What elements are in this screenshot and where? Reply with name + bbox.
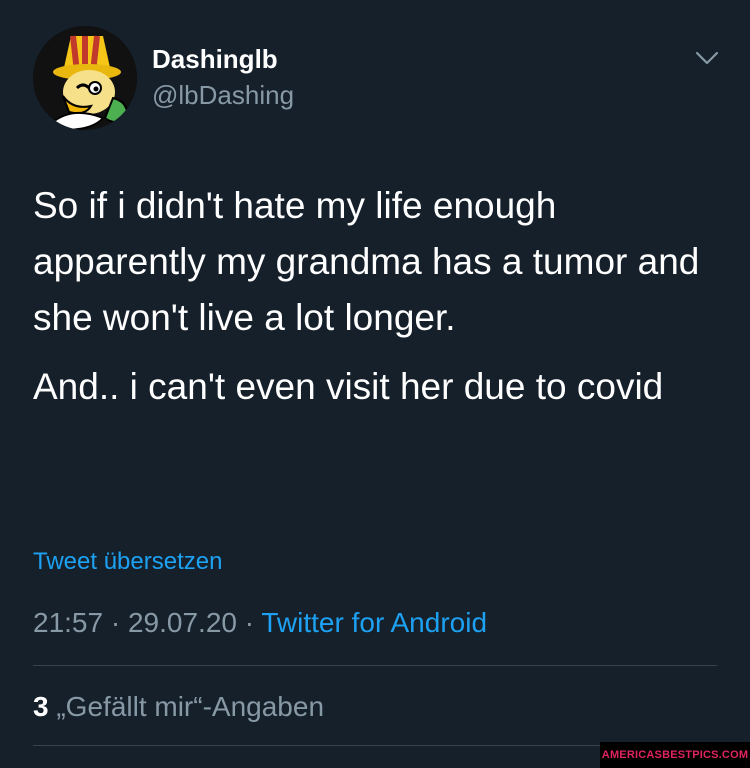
likes-number: 3: [33, 691, 49, 722]
tweet-card: Dashinglb @lbDashing So if i didn't hate…: [0, 0, 750, 768]
watermark: AMERICASBESTPICS.COM: [600, 742, 750, 768]
avatar-image: [33, 26, 137, 130]
user-handle[interactable]: @lbDashing: [152, 80, 294, 110]
likes-label: „Gefällt mir“-Angaben: [48, 691, 325, 722]
tweet-paragraph: And.. i can't even visit her due to covi…: [33, 366, 664, 407]
tweet-text: So if i didn't hate my life enough appar…: [33, 178, 723, 415]
chevron-down-icon[interactable]: [694, 48, 720, 68]
meta-separator: ·: [103, 607, 128, 638]
meta-separator: ·: [236, 607, 262, 638]
divider: [33, 665, 717, 666]
tweet-time[interactable]: 21:57: [33, 607, 103, 638]
tweet-date[interactable]: 29.07.20: [128, 607, 237, 638]
display-name[interactable]: Dashinglb: [152, 44, 278, 74]
tweet-source-link[interactable]: Twitter for Android: [261, 607, 487, 638]
likes-count[interactable]: 3 „Gefällt mir“-Angaben: [33, 690, 324, 724]
tweet-paragraph: So if i didn't hate my life enough appar…: [33, 185, 700, 338]
translate-tweet-link[interactable]: Tweet übersetzen: [33, 547, 222, 577]
avatar[interactable]: [33, 26, 137, 130]
tweet-metadata: 21:57 · 29.07.20 · Twitter for Android: [33, 606, 487, 640]
